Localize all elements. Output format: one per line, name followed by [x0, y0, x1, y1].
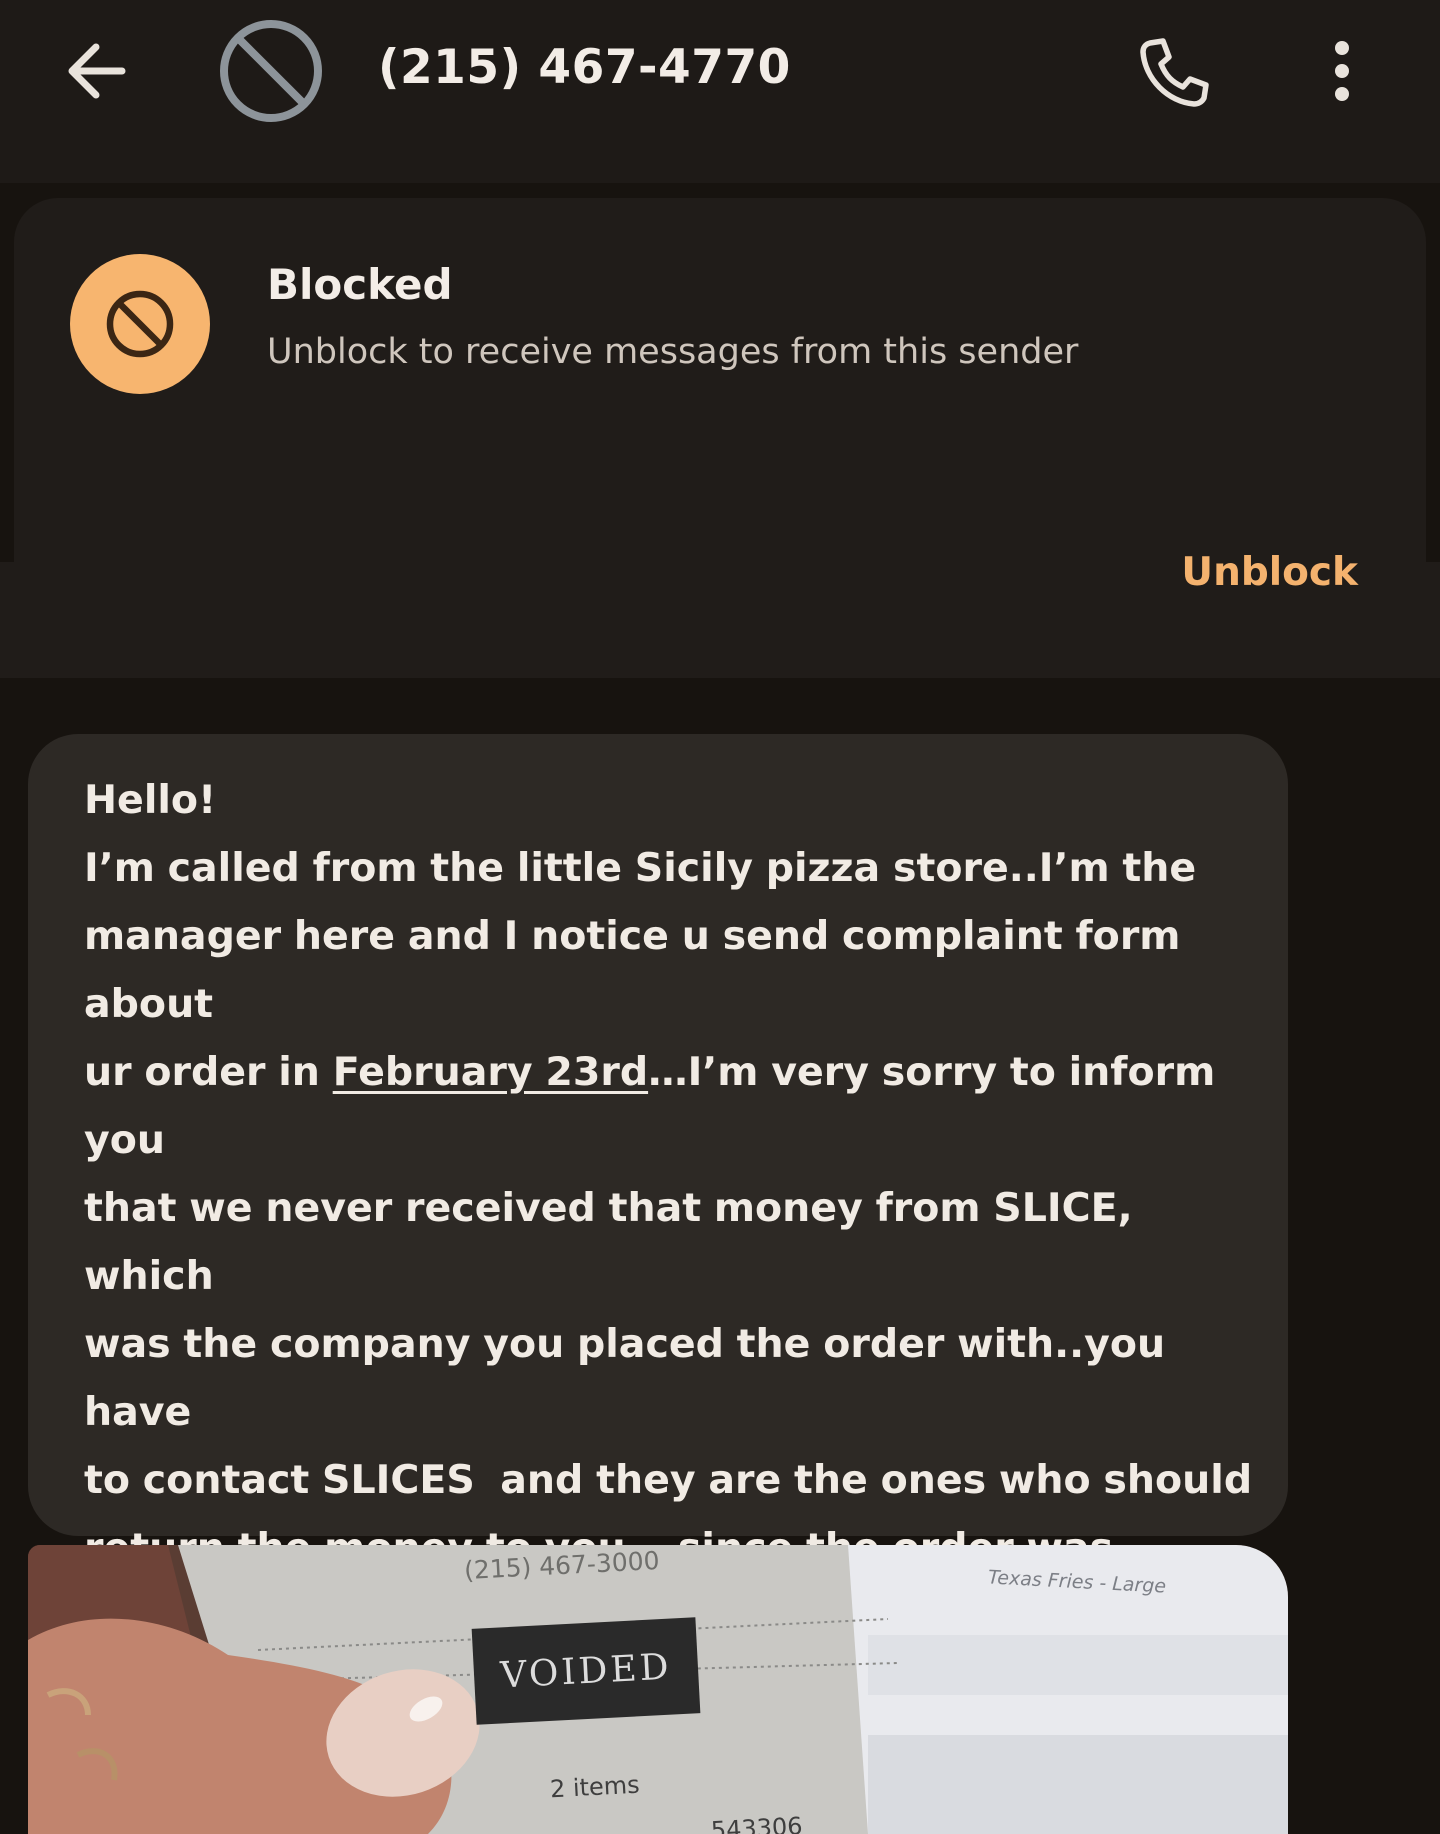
call-button[interactable] — [1136, 34, 1212, 110]
contact-avatar[interactable] — [218, 18, 324, 124]
blocked-title: Blocked — [267, 260, 453, 309]
more-vert-icon — [1335, 41, 1349, 101]
arrow-back-icon — [68, 43, 126, 99]
unblock-button[interactable]: Unblock — [1181, 550, 1358, 595]
back-button[interactable] — [62, 36, 132, 106]
blocked-banner: Blocked Unblock to receive messages from… — [0, 198, 1440, 678]
date-link[interactable]: February 23rd — [333, 1049, 648, 1095]
blocked-circle-icon — [220, 20, 322, 122]
blocked-subtitle: Unblock to receive messages from this se… — [267, 332, 1079, 372]
top-app-bar: (215) 467-4770 — [0, 0, 1440, 183]
receipt-items-count: 2 items — [549, 1770, 641, 1804]
block-icon — [106, 290, 174, 358]
phone-icon — [1140, 38, 1209, 107]
more-options-button[interactable] — [1316, 38, 1368, 108]
message-text-part: Hello! I’m called from the little Sicily… — [84, 777, 1197, 1095]
message-bubble[interactable]: Hello! I’m called from the little Sicily… — [28, 734, 1288, 1775]
contact-name[interactable]: (215) 467-4770 — [378, 40, 791, 95]
voided-stamp: VOIDED — [471, 1617, 701, 1725]
image-attachment[interactable]: (215) 467-3000 VOIDED 2 items ...543306 … — [28, 1545, 1288, 1834]
blocked-icon-badge — [70, 254, 210, 394]
